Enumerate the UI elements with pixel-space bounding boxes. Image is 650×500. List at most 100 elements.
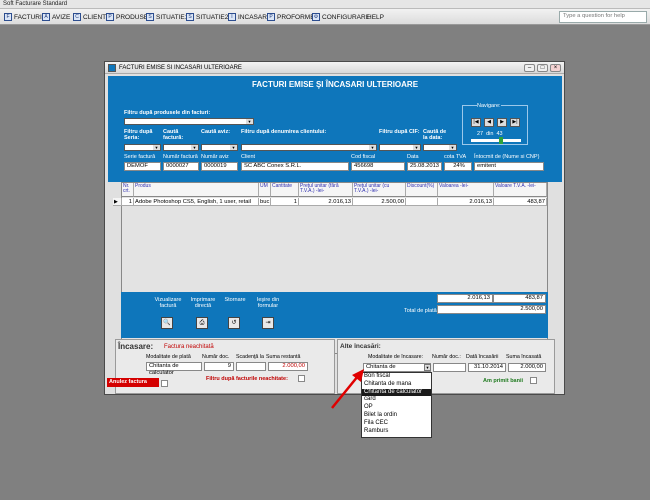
exit-label: Ieşire din formular xyxy=(256,297,280,309)
collection-date-label: Dată încasării xyxy=(466,354,499,360)
column-header: Discount(%) xyxy=(406,183,438,197)
vat-rate-field[interactable]: 24% xyxy=(444,162,472,171)
table-cell[interactable] xyxy=(406,198,438,206)
notice-icon: A xyxy=(42,13,50,21)
collected-sum-field[interactable]: 2.000,00 xyxy=(508,363,546,372)
filter-client-label: Filtru după denumirea clientului: xyxy=(241,129,327,135)
series-label: Serie factură xyxy=(124,154,156,160)
products-icon: P xyxy=(106,13,114,21)
other-payments-title: Alte încasări: xyxy=(340,343,381,350)
payment-mode-label: Modalitate de plată xyxy=(146,354,191,360)
menu-situatie1[interactable]: S SITUATIE1 xyxy=(146,11,188,23)
date-field[interactable]: 25.08.2013 xyxy=(407,162,442,171)
table-cell[interactable]: 1 xyxy=(271,198,299,206)
filter-unpaid-checkbox[interactable] xyxy=(298,375,305,382)
dropdown-option-selected[interactable]: Chitanta de calculator xyxy=(362,388,431,397)
menu-situatie2[interactable]: S SITUATIE2 xyxy=(186,11,228,23)
invoices-window: FACTURI EMISE SI INCASARI ULTERIOARE – □… xyxy=(104,61,565,395)
menu-proforme[interactable]: P PROFORME xyxy=(267,11,315,23)
issued-by-field[interactable]: emitent xyxy=(474,162,544,171)
maximize-button[interactable]: □ xyxy=(537,64,548,72)
record-slider-handle[interactable] xyxy=(499,137,504,144)
table-cell[interactable]: buc xyxy=(259,198,271,206)
due-date-label: Scadenţă la xyxy=(236,354,264,360)
storno-button[interactable]: ↺ xyxy=(228,317,240,329)
fiscal-code-field[interactable]: 456698 xyxy=(351,162,405,171)
menu-clienti[interactable]: C CLIENTI xyxy=(73,11,108,23)
filter-series-dropdown[interactable] xyxy=(124,144,161,151)
menu-bar: F FACTURI A AVIZE C CLIENTI P PRODUSE S SITUA… xyxy=(0,9,650,25)
menu-help[interactable]: HELP xyxy=(367,11,384,23)
filter-client-dropdown[interactable] xyxy=(241,144,377,151)
table-cell[interactable]: 1 xyxy=(122,198,134,206)
view-label: Vizualizare factură xyxy=(154,297,182,309)
filter-product-dropdown[interactable] xyxy=(124,118,254,125)
column-header: Cantitate xyxy=(271,183,299,197)
search-notice-dropdown[interactable] xyxy=(201,144,238,151)
menu-facturi[interactable]: F FACTURI xyxy=(4,11,42,23)
dropdown-option[interactable]: Chitanta de mana xyxy=(362,381,431,389)
menu-configurare[interactable]: ⚙ CONFIGURARE xyxy=(312,11,370,23)
first-record-button[interactable]: |◀ xyxy=(471,118,481,127)
collected-sum-label: Suma încasată xyxy=(506,354,542,360)
search-notice-label: Caută aviz: xyxy=(201,129,231,135)
dropdown-option[interactable]: Fila CEC xyxy=(362,420,431,428)
remaining-label: Suma restantă xyxy=(266,354,301,360)
exit-door-icon: ⇥ xyxy=(265,320,271,326)
menu-avize[interactable]: A AVIZE xyxy=(42,11,70,23)
filter-cif-dropdown[interactable] xyxy=(379,144,421,151)
collection-mode-dropdown[interactable]: Chitanta de calculator xyxy=(363,363,431,372)
close-button[interactable]: × xyxy=(550,64,561,72)
chevron-down-icon[interactable]: ▼ xyxy=(424,364,431,371)
table-cell[interactable]: 483,87 xyxy=(494,198,547,206)
series-field[interactable]: DEMOF xyxy=(124,162,161,171)
row-marker[interactable]: ▶ xyxy=(113,198,122,206)
navigation-label: Navigare: xyxy=(477,103,501,109)
payment-due-field[interactable] xyxy=(236,362,266,371)
exit-button[interactable]: ⇥ xyxy=(262,317,274,329)
money-received-checkbox[interactable] xyxy=(530,377,537,384)
column-header: Preţul unitar (cu T.V.A.) -lei- xyxy=(353,183,406,197)
menu-produse[interactable]: P PRODUSE xyxy=(106,11,148,23)
column-header: Valoarea -lei- xyxy=(438,183,494,197)
dropdown-option[interactable]: card xyxy=(362,396,431,404)
record-slider[interactable] xyxy=(471,139,521,142)
table-cell[interactable]: 2.016,13 xyxy=(438,198,494,206)
payment-doc-field[interactable]: 9 xyxy=(204,362,234,371)
table-cell[interactable]: 2.016,13 xyxy=(299,198,353,206)
invoice-number-field[interactable]: 0000027 xyxy=(163,162,199,171)
column-header: UM xyxy=(259,183,271,197)
cash-icon: I xyxy=(228,13,236,21)
next-record-button[interactable]: ▶ xyxy=(497,118,507,127)
other-doc-field[interactable] xyxy=(433,363,466,372)
column-header: Valoare T.V.A. -lei- xyxy=(494,183,547,197)
collection-mode-label: Modalitate de încasare: xyxy=(368,354,424,360)
filter-date-dropdown[interactable] xyxy=(423,144,457,151)
cancel-invoice-checkbox[interactable] xyxy=(161,380,168,387)
view-invoice-button[interactable]: 🔍 xyxy=(161,317,173,329)
last-record-button[interactable]: ▶| xyxy=(510,118,520,127)
column-header: Preţul unitar (fără T.V.A.) -lei- xyxy=(299,183,353,197)
remaining-amount-field: 2.000,00 xyxy=(268,362,308,371)
client-field[interactable]: SC ABC Conex S.R.L. xyxy=(241,162,349,171)
table-cell[interactable]: Adobe Photoshop CS5, English, 1 user, re… xyxy=(134,198,259,206)
dropdown-option[interactable]: Bilet la ordin xyxy=(362,412,431,420)
print-button[interactable]: ⎙ xyxy=(196,317,208,329)
annotation-arrow-icon xyxy=(331,369,364,409)
minimize-button[interactable]: – xyxy=(524,64,535,72)
notice-number-field[interactable]: 0000019 xyxy=(201,162,238,171)
dropdown-option[interactable]: OP xyxy=(362,404,431,412)
collection-date-field[interactable]: 31.10.2014 xyxy=(468,363,506,372)
search-invoice-dropdown[interactable] xyxy=(163,144,199,151)
report-icon: S xyxy=(146,13,154,21)
total-value-field: 2.016,13 xyxy=(437,294,493,303)
dropdown-option[interactable]: Bon fiscal xyxy=(362,373,431,381)
notice-label: Număr aviz xyxy=(201,154,229,160)
menu-incasari[interactable]: I INCASARI xyxy=(228,11,269,23)
dropdown-option[interactable]: Ramburs xyxy=(362,428,431,436)
storno-label: Stornare xyxy=(224,297,246,303)
table-cell[interactable]: 2.500,00 xyxy=(353,198,406,206)
prev-record-button[interactable]: ◀ xyxy=(484,118,494,127)
help-search-input[interactable]: Type a question for help xyxy=(559,11,647,23)
payment-mode-field[interactable]: Chitanta de calculator xyxy=(146,362,202,376)
